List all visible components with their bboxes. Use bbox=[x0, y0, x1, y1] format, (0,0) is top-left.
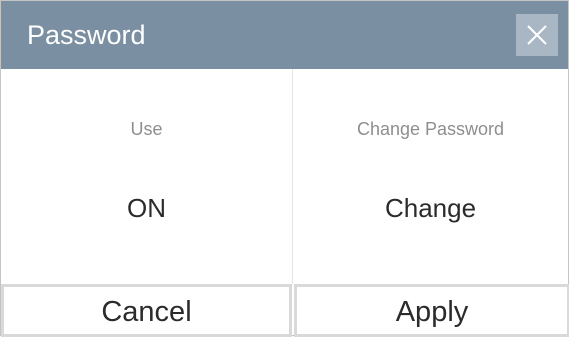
use-label: Use bbox=[130, 119, 163, 139]
dialog-title: Password bbox=[27, 20, 146, 50]
use-setting-column: Use ON bbox=[1, 69, 293, 284]
password-dialog: Password Use ON Change Password Change C… bbox=[0, 0, 569, 337]
cancel-button[interactable]: Cancel bbox=[1, 284, 292, 337]
change-password-column: Change Password Change bbox=[293, 69, 568, 284]
close-button[interactable] bbox=[516, 14, 558, 56]
close-icon bbox=[527, 25, 547, 45]
change-password-button[interactable]: Change bbox=[293, 193, 568, 224]
use-toggle[interactable]: ON bbox=[1, 193, 292, 224]
change-password-label: Change Password bbox=[356, 119, 505, 139]
apply-button[interactable]: Apply bbox=[294, 284, 569, 337]
dialog-titlebar: Password bbox=[1, 1, 568, 69]
